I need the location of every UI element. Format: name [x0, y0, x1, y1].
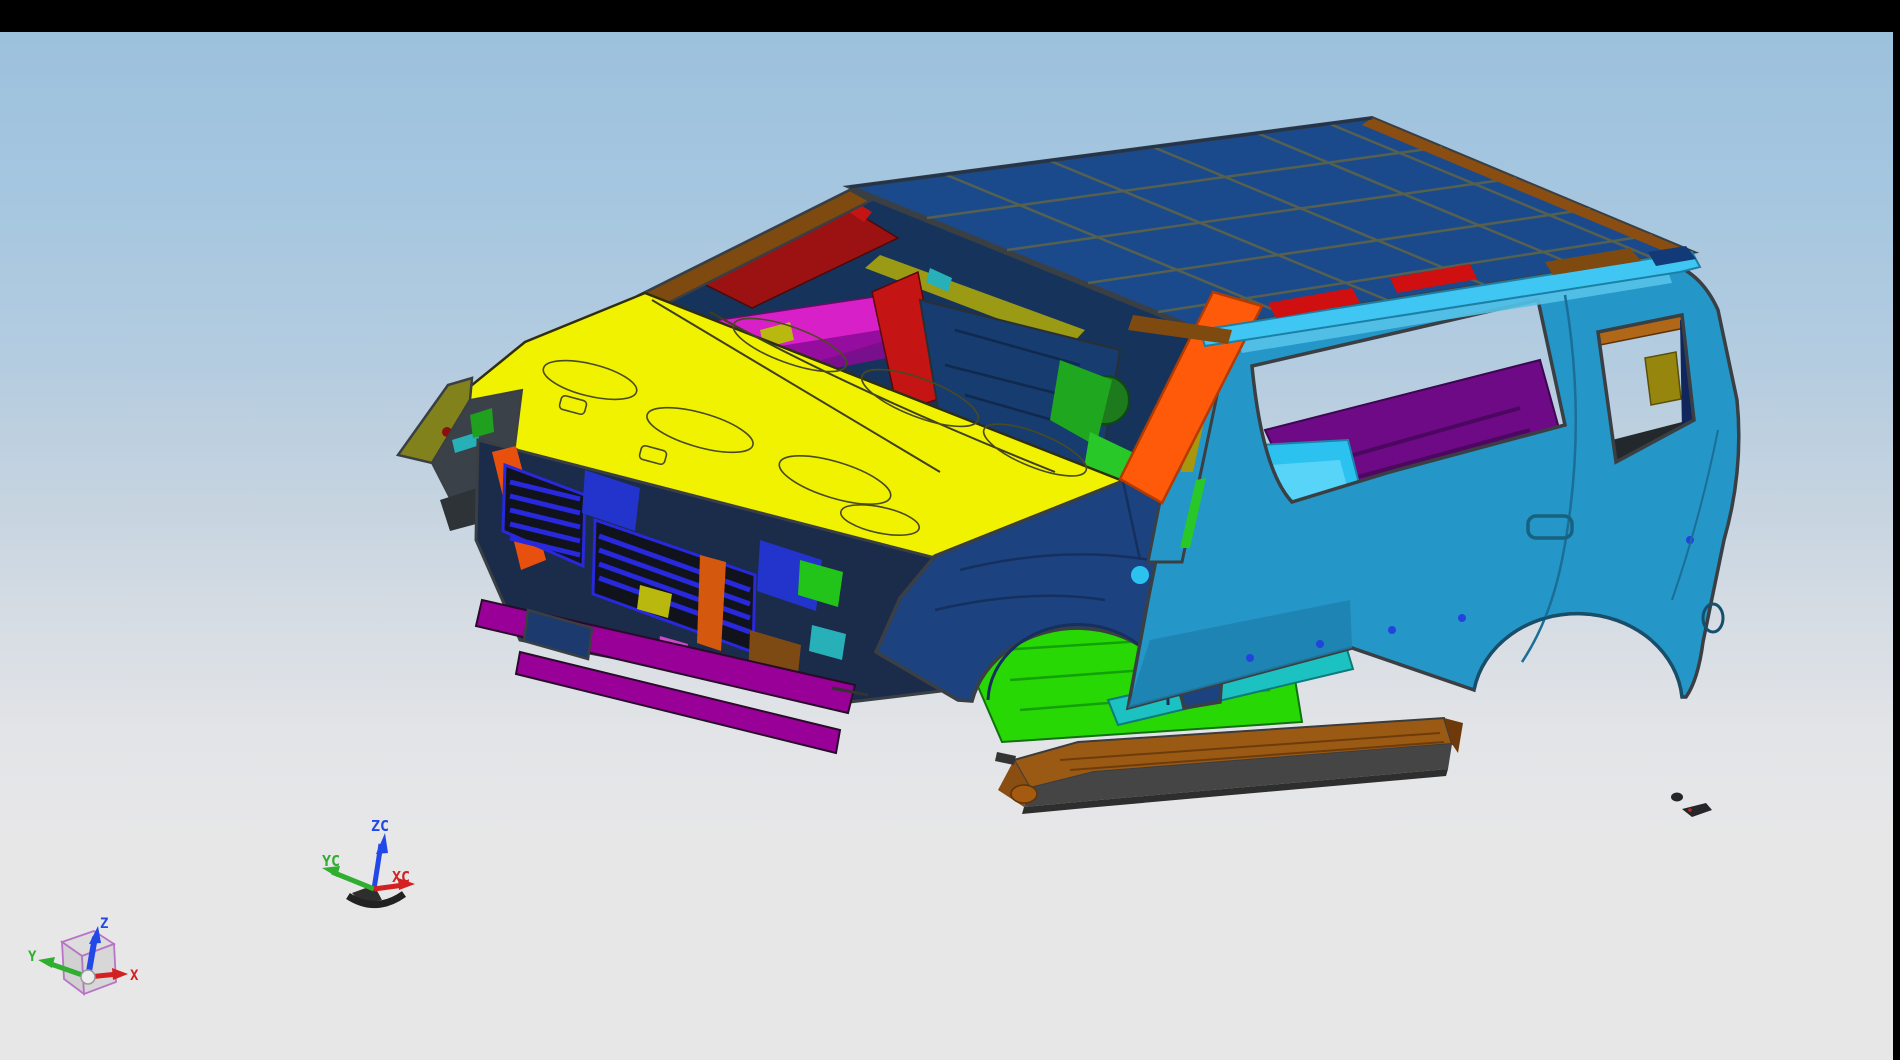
datum-y-label: Y — [28, 949, 37, 965]
wcs-y-axis[interactable] — [332, 872, 374, 889]
right-black-bar — [1893, 0, 1900, 1060]
model-canvas: ZC YC XC Z Y X — [0, 0, 1900, 1060]
wcs-x-label: XC — [392, 868, 410, 886]
debris-fragments[interactable] — [1671, 793, 1712, 818]
wcs-triad[interactable]: ZC YC XC — [322, 817, 415, 905]
top-black-bar — [0, 0, 1900, 32]
datum-csys[interactable]: Z Y X — [28, 916, 139, 994]
cad-application-window: ZC YC XC Z Y X — [0, 0, 1900, 1060]
datum-x-label: X — [130, 968, 139, 984]
wcs-y-label: YC — [322, 852, 340, 870]
wcs-z-label: ZC — [371, 817, 389, 835]
datum-origin-ball[interactable] — [81, 970, 95, 984]
datum-z-label: Z — [100, 916, 108, 932]
